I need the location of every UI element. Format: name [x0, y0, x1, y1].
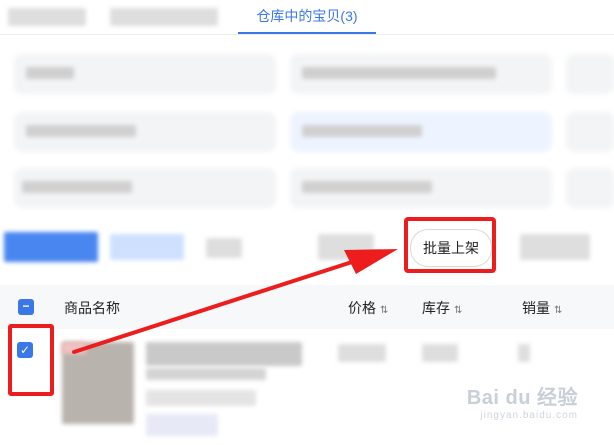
annotation-arrow-icon: [72, 249, 398, 354]
watermark-subtext: jingyan.baidu.com: [480, 410, 578, 421]
watermark-text: Bai du 经验: [466, 387, 578, 409]
watermark-logo: Bai du 经验 jingyan.baidu.com: [467, 381, 578, 421]
